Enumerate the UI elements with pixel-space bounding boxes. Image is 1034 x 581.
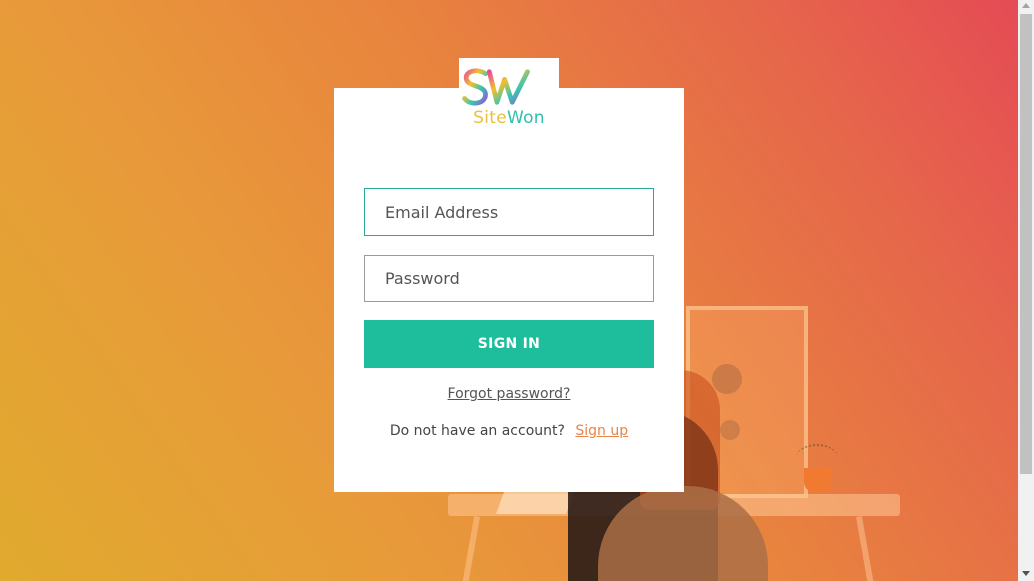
frame-art-circle [720,420,740,440]
sign-up-link[interactable]: Sign up [575,423,628,439]
forgot-password-link[interactable]: Forgot password? [364,386,654,402]
password-field[interactable] [364,255,654,302]
sitewon-logo-icon [462,68,530,106]
scroll-up-arrow-icon[interactable] [1022,3,1030,8]
scroll-down-arrow-icon[interactable] [1022,571,1030,576]
logo-text-site: Site [473,108,507,128]
sign-in-button[interactable]: SIGN IN [364,320,654,368]
scrollbar-thumb[interactable] [1020,14,1032,474]
frame-art-circle [712,364,742,394]
book [495,492,575,514]
desk-leg [855,516,875,581]
email-field[interactable] [364,188,654,236]
logo-text-won: Won [506,108,545,128]
vase [804,468,832,492]
no-account-text: Do not have an account? [389,423,565,439]
vertical-scrollbar[interactable] [1018,0,1034,581]
desk-leg [461,516,481,581]
logo-text: SiteWon [459,108,559,128]
logo: SiteWon [459,58,559,136]
signup-prompt: Do not have an account? Sign up [364,423,654,439]
